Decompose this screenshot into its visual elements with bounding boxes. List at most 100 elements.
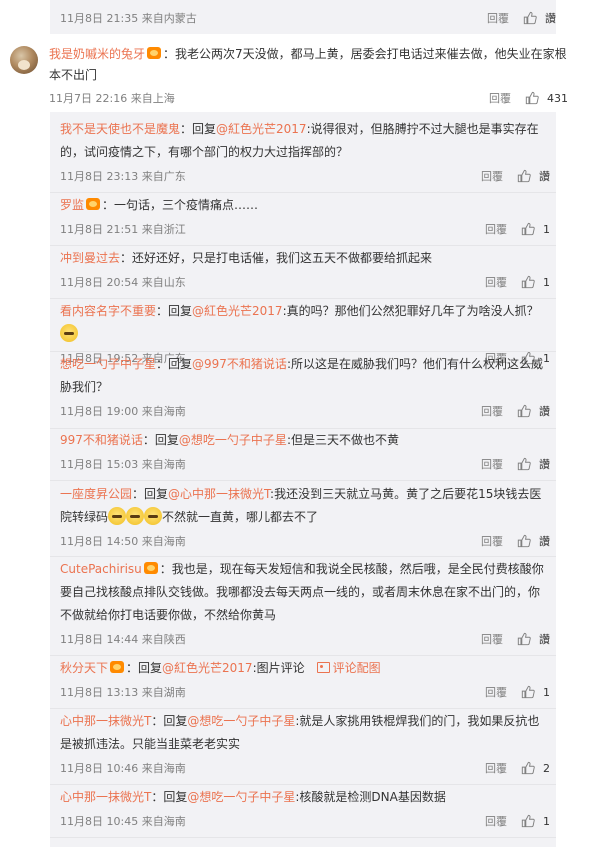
comment-meta: 11月7日 22:16 来自上海 <box>49 92 175 105</box>
replies-list: 我不是天使也不是魔鬼：回复@紅色光芒2017:说得很对，但胳膊拧不过大腿也是事实… <box>50 112 556 847</box>
reply-text: 心中那一抹微光T：回复@想吃一勺子中子星:核酸就是检测DNA基因数据 <box>60 790 446 804</box>
mention-link[interactable]: @心中那一抹微光T <box>168 487 270 501</box>
reply-text: 我不是天使也不是魔鬼：回复@紅色光芒2017:说得很对，但胳膊拧不过大腿也是事实… <box>60 122 539 159</box>
reply-button[interactable]: 回覆 <box>481 456 503 472</box>
like-button[interactable]: 讚 <box>517 403 550 419</box>
thumbs-up-icon <box>523 11 537 25</box>
reply-button[interactable]: 回覆 <box>485 760 507 776</box>
mention-link[interactable]: @想吃一勺子中子星 <box>187 714 295 728</box>
reply-button[interactable]: 回覆 <box>481 403 503 419</box>
thumbs-up-icon <box>521 685 535 699</box>
reply-button[interactable]: 回覆 <box>485 684 507 700</box>
like-button[interactable]: 讚 <box>517 631 550 647</box>
reply-actions: 回覆 讚 <box>487 10 556 26</box>
like-count: 讚 <box>539 535 550 548</box>
username-link[interactable]: 我不是天使也不是魔鬼 <box>60 122 180 136</box>
like-count: 讚 <box>539 405 550 418</box>
like-count: 1 <box>543 685 550 699</box>
username-link[interactable]: 看内容名字不重要 <box>60 304 156 318</box>
mention-link[interactable]: @997不和猪说话 <box>192 357 287 371</box>
reply-meta: 11月8日 10:46 来自海南 <box>60 762 186 775</box>
username-link[interactable]: 冲到曼过去 <box>60 251 120 265</box>
reply-item: 秋分天下 ：回复@紅色光芒2017:图片评论 评论配图 11月8日 13:13 来自… <box>60 657 550 700</box>
reply-meta: 11月8日 10:45 来自海南 <box>60 815 186 828</box>
reply-text: 冲到曼过去：还好还好，只是打电话催，我们这五天不做都要给抓起来 <box>60 251 433 265</box>
like-button[interactable]: 讚 <box>517 168 550 184</box>
username-link[interactable]: 心中那一抹微光T <box>60 790 151 804</box>
username-link[interactable]: 秋分天下 <box>60 661 108 675</box>
like-button[interactable]: 讚 <box>517 456 550 472</box>
reply-item: 想吃一勺子中子星：回复@997不和猪说话:所以这是在威胁我们吗？他们有什么权利这… <box>60 353 550 419</box>
like-button[interactable]: 1 <box>521 685 550 699</box>
username-link[interactable]: 我是奶嘁米的兔牙 <box>49 47 145 61</box>
emoji-icon <box>108 507 127 525</box>
comment-text: 我是奶嘁米的兔牙 ：我老公两次7天没做，都马上黄，居委会打电话过来催去做，他失业在… <box>49 44 574 86</box>
reply-text: 想吃一勺子中子星：回复@997不和猪说话:所以这是在威胁我们吗？他们有什么权利这… <box>60 357 543 394</box>
username-link[interactable]: 心中那一抹微光T <box>60 714 151 728</box>
divider <box>50 192 556 193</box>
username-link[interactable]: 997不和猪说话 <box>60 433 143 447</box>
like-count: 讚 <box>539 170 550 183</box>
reply-meta: 11月8日 15:03 来自海南 <box>60 458 186 471</box>
reply-button[interactable]: 回覆 <box>485 813 507 829</box>
emoji-icon <box>144 507 163 525</box>
divider <box>50 245 556 246</box>
reply-button[interactable]: 回覆 <box>487 10 509 26</box>
thumbs-up-icon <box>517 457 531 471</box>
comment-image-link[interactable]: 评论配图 <box>333 661 381 675</box>
reply-button[interactable]: 回覆 <box>485 221 507 237</box>
like-count: 讚 <box>539 633 550 646</box>
thumbs-up-icon <box>517 632 531 646</box>
like-button[interactable]: 讚 <box>517 533 550 549</box>
divider <box>50 708 556 709</box>
reply-button[interactable]: 回覆 <box>485 274 507 290</box>
comment-actions: 回覆 431 <box>489 90 568 106</box>
thumbs-up-icon <box>517 169 531 183</box>
reply-meta: 11月8日 20:54 来自山东 <box>60 276 186 289</box>
divider <box>50 655 556 656</box>
mention-link[interactable]: @紅色光芒2017 <box>192 304 283 318</box>
previous-reply-row: 11月8日 21:35 来自内蒙古 回覆 讚 <box>50 0 556 34</box>
thumbs-up-icon <box>521 222 535 236</box>
like-button[interactable]: 1 <box>521 222 550 236</box>
reply-text: CutePachirisu ：我也是，现在每天发短信和我说全民核酸，然后哦，是全民… <box>60 562 544 622</box>
main-comment: 我是奶嘁米的兔牙 ：我老公两次7天没做，都马上黄，居委会打电话过来催去做，他失业在… <box>0 34 589 110</box>
reply-button[interactable]: 回覆 <box>489 90 511 106</box>
like-button[interactable]: 1 <box>521 275 550 289</box>
like-button[interactable]: 讚 <box>523 10 556 26</box>
mention-link[interactable]: @紅色光芒2017 <box>162 661 253 675</box>
divider <box>50 556 556 557</box>
username-link[interactable]: 一座度昇公园 <box>60 487 132 501</box>
divider <box>50 298 556 299</box>
reply-item: 罗监 ：一句话，三个疫情痛点…… 11月8日 21:51 来自浙江 回覆 1 <box>60 194 550 237</box>
like-button[interactable]: 1 <box>521 814 550 828</box>
mention-link[interactable]: @想吃一勺子中子星 <box>187 790 295 804</box>
like-label: 讚 <box>545 12 556 25</box>
reply-button[interactable]: 回覆 <box>481 631 503 647</box>
mention-link[interactable]: @紅色光芒2017 <box>216 122 307 136</box>
member-badge-icon <box>110 661 125 673</box>
like-button[interactable]: 2 <box>521 761 550 775</box>
like-button[interactable]: 431 <box>525 91 568 105</box>
reply-item: 心中那一抹微光T：回复@想吃一勺子中子星:核酸就是检测DNA基因数据 11月8日… <box>60 786 550 829</box>
reply-meta: 11月8日 21:35 来自内蒙古 <box>60 12 197 25</box>
thumbs-up-icon <box>521 814 535 828</box>
avatar[interactable] <box>10 46 38 74</box>
username-link[interactable]: 想吃一勺子中子星 <box>60 357 156 371</box>
reply-text: 罗监 ：一句话，三个疫情痛点…… <box>60 198 259 212</box>
thumbs-up-icon <box>517 404 531 418</box>
username-link[interactable]: 罗监 <box>60 198 84 212</box>
thumbs-up-icon <box>525 91 539 105</box>
username-link[interactable]: CutePachirisu <box>60 562 142 576</box>
reply-meta: 11月8日 14:44 来自陕西 <box>60 633 186 646</box>
mention-link[interactable]: @想吃一勺子中子星 <box>179 433 287 447</box>
reply-item: 冲到曼过去：还好还好，只是打电话催，我们这五天不做都要给抓起来 11月8日 20… <box>60 247 550 290</box>
divider <box>50 837 556 838</box>
member-badge-icon <box>86 198 101 210</box>
reply-button[interactable]: 回覆 <box>481 533 503 549</box>
thumbs-up-icon <box>521 275 535 289</box>
reply-button[interactable]: 回覆 <box>481 168 503 184</box>
divider <box>50 480 556 481</box>
divider <box>50 784 556 785</box>
emoji-icon <box>126 507 145 525</box>
